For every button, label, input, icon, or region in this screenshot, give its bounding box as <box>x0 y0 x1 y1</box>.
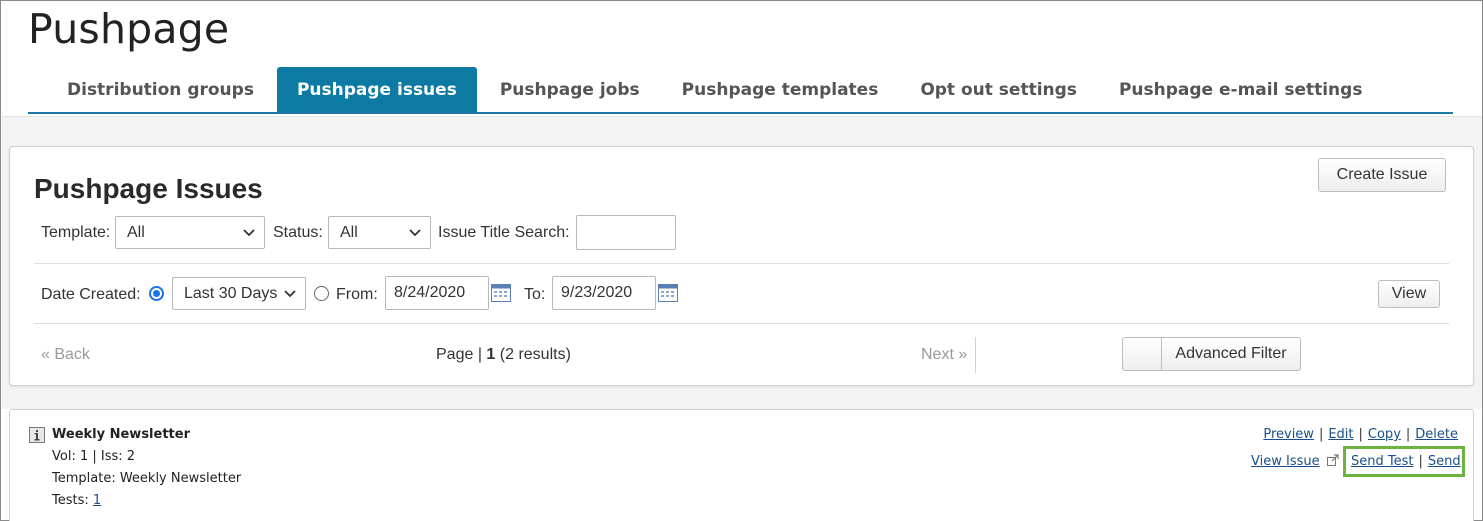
chevron-down-icon <box>284 289 296 297</box>
date-range-select[interactable]: Last 30 Days <box>172 277 306 310</box>
external-link-icon <box>1326 454 1339 466</box>
status-select-value: All <box>340 223 358 241</box>
to-date-input[interactable]: 9/23/2020 <box>552 276 656 310</box>
calendar-icon[interactable] <box>491 284 511 302</box>
filter-panel: Pushpage Issues Create Issue Template: A… <box>9 146 1474 386</box>
edit-link[interactable]: Edit <box>1328 427 1353 442</box>
date-custom-radio[interactable] <box>314 286 329 301</box>
issue-template: Template: Weekly Newsletter <box>52 471 242 486</box>
panel-title: Pushpage Issues <box>34 173 263 204</box>
delete-link[interactable]: Delete <box>1415 427 1458 442</box>
view-issue-link[interactable]: View Issue <box>1251 454 1320 469</box>
issue-vol-iss: Vol: 1 | Iss: 2 <box>52 449 136 464</box>
info-icon[interactable] <box>29 427 45 443</box>
issue-title: Weekly Newsletter <box>52 427 190 442</box>
tab-pushpage-templates[interactable]: Pushpage templates <box>661 67 900 112</box>
preview-link[interactable]: Preview <box>1263 427 1314 442</box>
tab-pushpage-issues[interactable]: Pushpage issues <box>276 67 477 112</box>
create-issue-button[interactable]: Create Issue <box>1318 158 1446 192</box>
issue-tests: Tests: 1 <box>52 493 101 508</box>
template-label: Template: <box>41 224 111 241</box>
tab-pushpage-email-settings[interactable]: Pushpage e-mail settings <box>1098 67 1384 112</box>
page-prefix: Page | <box>436 346 482 363</box>
status-label: Status: <box>273 224 323 241</box>
copy-link[interactable]: Copy <box>1368 427 1401 442</box>
date-preset-radio[interactable] <box>149 286 164 301</box>
results-count: (2 results) <box>499 346 571 363</box>
issue-actions-row1: Preview | Edit | Copy | Delete <box>1263 427 1458 442</box>
send-actions: Send Test | Send <box>1351 454 1461 469</box>
tab-pushpage-jobs[interactable]: Pushpage jobs <box>479 67 661 112</box>
tab-opt-out-settings[interactable]: Opt out settings <box>899 67 1098 112</box>
status-select[interactable]: All <box>328 216 431 249</box>
issue-list: Weekly Newsletter Vol: 1 | Iss: 2 Templa… <box>9 409 1474 521</box>
tab-distribution-groups[interactable]: Distribution groups <box>28 67 275 112</box>
page-indicator: Page | 1 (2 results) <box>436 346 571 364</box>
divider <box>34 263 1449 264</box>
issue-title-search-input[interactable] <box>576 215 676 250</box>
date-range-select-value: Last 30 Days <box>184 284 278 302</box>
advanced-filter-toggle[interactable] <box>1122 337 1162 371</box>
tests-count-link[interactable]: 1 <box>93 493 101 508</box>
template-select-value: All <box>127 223 145 241</box>
view-button[interactable]: View <box>1378 280 1440 308</box>
chevron-down-icon <box>409 228 421 236</box>
tab-bar: Distribution groups Pushpage issues Push… <box>28 67 1453 114</box>
advanced-filter-button[interactable]: Advanced Filter <box>1161 337 1301 371</box>
calendar-icon[interactable] <box>658 284 678 302</box>
to-label: To: <box>524 286 546 303</box>
send-link[interactable]: Send <box>1428 454 1461 469</box>
date-created-label: Date Created: <box>41 286 141 303</box>
issue-title-search-label: Issue Title Search: <box>438 224 570 241</box>
page-number: 1 <box>486 346 496 363</box>
view-issue-group: View Issue <box>1251 454 1339 469</box>
send-test-link[interactable]: Send Test <box>1351 454 1413 469</box>
template-select[interactable]: All <box>115 216 265 249</box>
from-date-input[interactable]: 8/24/2020 <box>385 276 489 310</box>
app-title: Pushpage <box>28 5 230 53</box>
back-link[interactable]: « Back <box>41 346 90 364</box>
pager-divider <box>975 337 976 373</box>
tests-label: Tests: <box>52 493 89 508</box>
from-label: From: <box>336 286 378 303</box>
next-link[interactable]: Next » <box>921 346 967 364</box>
divider <box>34 323 1449 324</box>
chevron-down-icon <box>243 228 255 236</box>
